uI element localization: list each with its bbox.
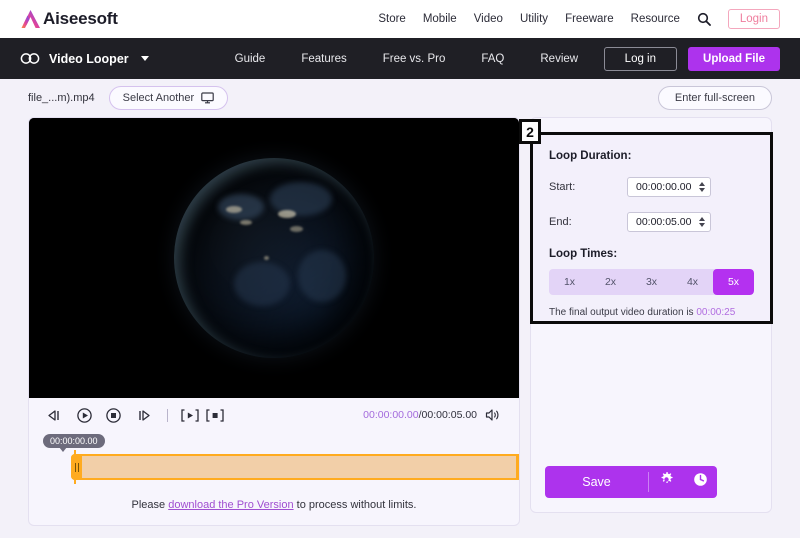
history-button[interactable] — [683, 466, 717, 498]
product-nav-actions: Log in Upload File — [603, 46, 780, 71]
play-circle-icon[interactable] — [76, 407, 93, 424]
player-card: 00:00:00.00/00:00:05.00 00:00:00.00 Plea… — [28, 117, 520, 526]
step-badge: 2 — [519, 119, 541, 144]
select-another-label: Select Another — [122, 92, 195, 104]
chevron-down-icon[interactable] — [140, 56, 149, 61]
loop-times-selector: 1x 2x 3x 4x 5x — [549, 269, 754, 295]
top-nav-item-utility[interactable]: Utility — [520, 13, 548, 25]
pro-notice-prefix: Please — [131, 499, 169, 511]
landmass — [298, 250, 346, 302]
earth-globe-image — [174, 158, 374, 358]
gear-icon — [659, 472, 674, 492]
clock-icon — [693, 472, 708, 492]
final-note-prefix: The final output video duration is — [549, 307, 697, 318]
controls-divider — [167, 408, 168, 422]
save-action-bar: Save — [545, 466, 717, 498]
loop-option-2x[interactable]: 2x — [590, 269, 631, 295]
top-nav-item-video[interactable]: Video — [474, 13, 503, 25]
save-button[interactable]: Save — [545, 466, 648, 498]
logo-text: Aiseesoft — [43, 9, 118, 28]
volume-icon[interactable] — [485, 408, 501, 422]
fast-forward-icon[interactable] — [134, 407, 151, 424]
playhead-time-tooltip: 00:00:00.00 — [43, 434, 105, 452]
start-stepper[interactable] — [699, 182, 705, 192]
trim-range[interactable] — [71, 454, 519, 480]
file-name-label: file_...m).mp4 — [28, 92, 95, 104]
top-nav-item-freeware[interactable]: Freeware — [565, 13, 614, 25]
log-in-button[interactable]: Log in — [603, 46, 678, 71]
video-preview[interactable] — [29, 118, 519, 398]
login-button[interactable]: Login — [727, 9, 780, 29]
stop-circle-icon[interactable] — [105, 407, 122, 424]
loop-duration-panel: 2 Loop Duration: Start: 00:00:00.00 End:… — [519, 119, 773, 324]
nav-link-free-vs-pro[interactable]: Free vs. Pro — [383, 53, 446, 65]
top-nav-item-mobile[interactable]: Mobile — [423, 13, 457, 25]
city-lights — [278, 210, 296, 218]
loop-option-3x[interactable]: 3x — [631, 269, 672, 295]
nav-link-review[interactable]: Review — [540, 53, 578, 65]
top-header: Aiseesoft Store Mobile Video Utility Fre… — [0, 0, 800, 38]
start-field-row: Start: 00:00:00.00 — [549, 177, 754, 197]
infinity-loop-icon — [20, 52, 40, 65]
city-lights — [264, 256, 269, 260]
earth-limb — [174, 158, 374, 358]
select-another-button[interactable]: Select Another — [108, 86, 229, 110]
loop-option-4x[interactable]: 4x — [672, 269, 713, 295]
start-label: Start: — [549, 181, 576, 193]
loop-duration-title: Loop Duration: — [549, 150, 632, 162]
city-lights — [240, 220, 252, 225]
final-duration-value: 00:00:25 — [696, 307, 736, 318]
end-stepper[interactable] — [699, 217, 705, 227]
top-nav: Store Mobile Video Utility Freeware Reso… — [378, 9, 780, 29]
file-toolbar: file_...m).mp4 Select Another Enter full… — [0, 79, 800, 117]
main-content: 00:00:00.00/00:00:05.00 00:00:00.00 Plea… — [0, 117, 800, 526]
current-time: 00:00:00.00 — [363, 409, 419, 421]
set-start-bracket-icon[interactable] — [180, 407, 200, 424]
rewind-icon[interactable] — [47, 407, 64, 424]
monitor-icon — [201, 92, 215, 104]
timeline[interactable]: 00:00:00.00 — [29, 432, 519, 488]
product-brand-selector[interactable]: Video Looper — [20, 52, 149, 66]
top-nav-item-resource[interactable]: Resource — [631, 13, 680, 25]
app-root: Aiseesoft Store Mobile Video Utility Fre… — [0, 0, 800, 538]
loop-option-1x[interactable]: 1x — [549, 269, 590, 295]
pro-version-notice: Please download the Pro Version to proce… — [29, 488, 519, 525]
search-icon[interactable] — [697, 12, 711, 26]
loop-option-5x[interactable]: 5x — [713, 269, 754, 295]
top-nav-item-store[interactable]: Store — [378, 13, 406, 25]
loop-times-title: Loop Times: — [549, 248, 618, 260]
product-name: Video Looper — [49, 51, 129, 66]
time-readout: 00:00:00.00/00:00:05.00 — [363, 409, 477, 421]
nav-link-guide[interactable]: Guide — [235, 53, 266, 65]
nav-link-faq[interactable]: FAQ — [481, 53, 504, 65]
upload-file-button[interactable]: Upload File — [688, 46, 780, 71]
settings-card: 2 Loop Duration: Start: 00:00:00.00 End:… — [519, 117, 773, 513]
pro-version-link[interactable]: download the Pro Version — [168, 499, 293, 511]
start-time-value: 00:00:00.00 — [636, 181, 692, 193]
product-navbar: Video Looper Guide Features Free vs. Pro… — [0, 38, 800, 79]
enter-fullscreen-button[interactable]: Enter full-screen — [657, 86, 772, 110]
end-time-input[interactable]: 00:00:05.00 — [627, 212, 711, 232]
trim-handle-end[interactable] — [516, 454, 519, 480]
end-label: End: — [549, 216, 572, 228]
landmass — [234, 262, 290, 306]
city-lights — [226, 206, 242, 213]
product-nav-links: Guide Features Free vs. Pro FAQ Review — [235, 53, 578, 65]
player-controls: 00:00:00.00/00:00:05.00 — [29, 398, 519, 432]
total-time: 00:00:05.00 — [421, 409, 477, 421]
trim-handle-start[interactable] — [71, 454, 82, 480]
logo-mark-icon — [20, 9, 42, 29]
start-time-input[interactable]: 00:00:00.00 — [627, 177, 711, 197]
pro-notice-suffix: to process without limits. — [293, 499, 417, 511]
aiseesoft-logo[interactable]: Aiseesoft — [20, 9, 118, 29]
city-lights — [290, 226, 303, 232]
final-duration-note: The final output video duration is 00:00… — [549, 307, 754, 318]
end-time-value: 00:00:05.00 — [636, 216, 692, 228]
end-field-row: End: 00:00:05.00 — [549, 212, 754, 232]
settings-column: 2 Loop Duration: Start: 00:00:00.00 End:… — [519, 117, 773, 526]
set-end-bracket-icon[interactable] — [205, 407, 225, 424]
nav-link-features[interactable]: Features — [301, 53, 346, 65]
settings-button[interactable] — [649, 466, 683, 498]
